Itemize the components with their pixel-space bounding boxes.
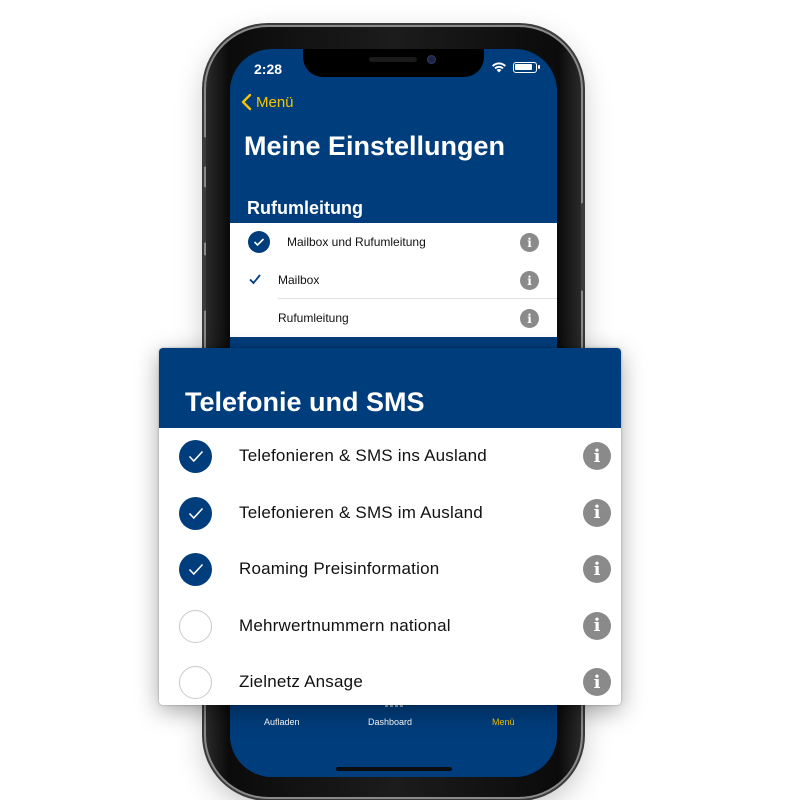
checkbox-unchecked[interactable] [179, 609, 212, 643]
info-icon[interactable]: i [583, 498, 611, 527]
checkbox-unchecked[interactable] [179, 666, 212, 699]
list-item-label: Zielnetz Ansage [239, 672, 363, 691]
list-item-label: Mailbox und Rufumleitung [287, 235, 426, 249]
check-icon [188, 507, 204, 519]
home-indicator [336, 767, 452, 771]
volume-up-button [202, 187, 206, 243]
status-icons [491, 61, 540, 73]
tab-aufladen[interactable]: Aufladen [264, 717, 300, 727]
list-item[interactable]: Zielnetz Ansage i [159, 654, 621, 705]
page-title: Meine Einstellungen [244, 131, 506, 161]
checkbox-checked[interactable] [179, 496, 212, 530]
list-item-label: Telefonieren & SMS im Ausland [239, 502, 483, 522]
volume-down-button [202, 255, 206, 311]
info-icon[interactable]: i [520, 309, 539, 328]
checkbox-checked[interactable] [179, 553, 212, 586]
mute-switch [202, 137, 206, 167]
check-icon[interactable] [249, 273, 261, 285]
front-camera-icon [427, 55, 436, 64]
info-icon[interactable]: i [583, 668, 611, 696]
check-icon [188, 563, 204, 576]
list-item[interactable]: Mehrwertnummern national i [159, 598, 621, 655]
list-item-label: Rufumleitung [278, 311, 349, 325]
chevron-left-icon [241, 93, 252, 111]
battery-icon [513, 61, 540, 73]
section-title-telefonie: Telefonie und SMS [185, 387, 425, 417]
stage: 2:28 Menü Meine Einstellungen Rufumleitu… [0, 0, 798, 800]
wifi-icon [492, 62, 506, 73]
back-label: Menü [256, 93, 294, 111]
list-item[interactable]: Mailbox i [230, 261, 557, 299]
back-button[interactable]: Menü [240, 93, 294, 111]
checkbox-checked[interactable] [248, 231, 270, 253]
section-title-rufumleitung: Rufumleitung [247, 198, 363, 218]
list-item[interactable]: Telefonieren & SMS ins Ausland i [159, 428, 621, 485]
notch [303, 49, 484, 77]
info-icon[interactable]: i [520, 233, 539, 252]
checkbox-checked[interactable] [179, 440, 212, 473]
list-item-label: Roaming Preisinformation [239, 559, 440, 578]
list-item[interactable]: Rufumleitung i [230, 299, 557, 337]
list-item[interactable]: Telefonieren & SMS im Ausland i [159, 485, 621, 542]
telefonie-card: Telefonie und SMS Telefonieren & SMS ins… [159, 348, 621, 705]
list-item-label: Mailbox [278, 273, 320, 287]
power-button [581, 203, 585, 291]
info-icon[interactable]: i [583, 611, 611, 640]
check-icon [253, 238, 265, 247]
info-icon[interactable]: i [583, 442, 611, 470]
card-header: Telefonie und SMS [159, 348, 621, 428]
info-icon[interactable]: i [583, 555, 611, 583]
list-item[interactable]: Mailbox und Rufumleitung i [230, 223, 557, 261]
list-item-label: Mehrwertnummern national [239, 615, 451, 635]
list-item-label: Telefonieren & SMS ins Ausland [239, 446, 487, 465]
list-item[interactable]: Roaming Preisinformation i [159, 541, 621, 598]
tab-dashboard[interactable]: Dashboard [368, 717, 412, 727]
status-time: 2:28 [254, 61, 283, 77]
info-icon[interactable]: i [520, 271, 539, 290]
tab-menu[interactable]: Menü [492, 717, 515, 727]
speaker-grille [369, 57, 417, 62]
check-icon [188, 450, 204, 463]
rufumleitung-list: Mailbox und Rufumleitung i Mailbox i Ruf… [230, 223, 557, 337]
